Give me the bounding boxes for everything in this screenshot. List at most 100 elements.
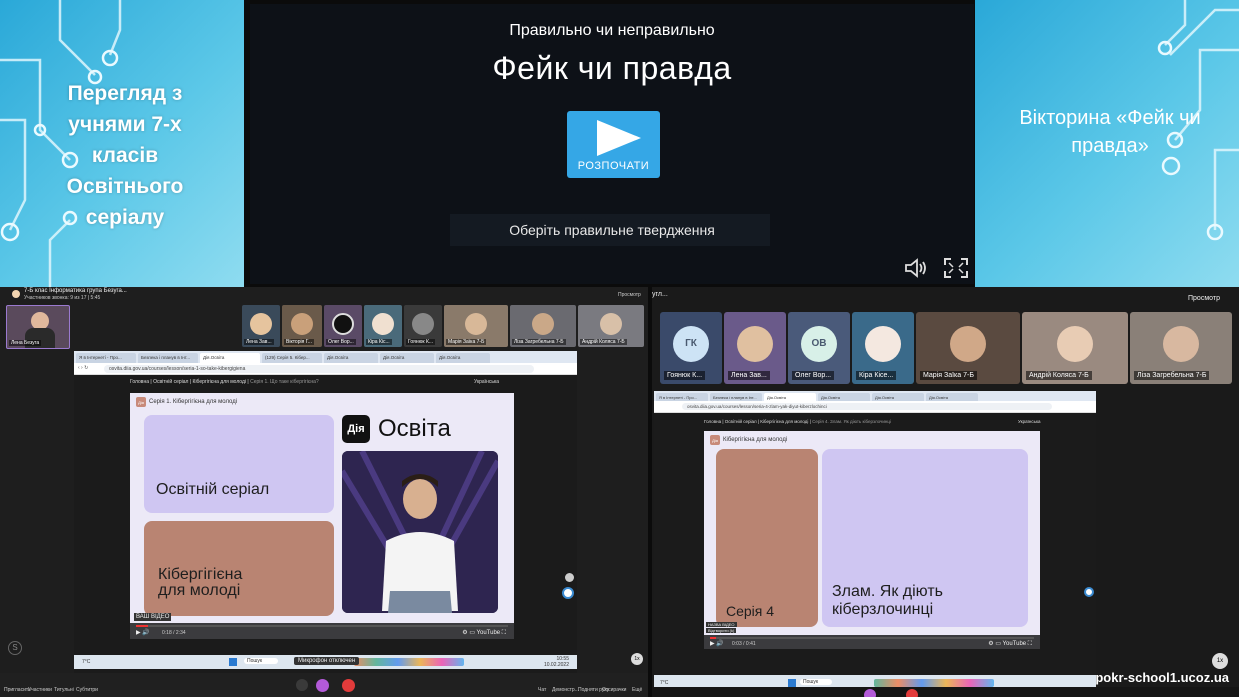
toolbar-button[interactable]: Демонстр... — [552, 687, 579, 693]
language-select[interactable]: Українська — [1018, 419, 1041, 424]
camera-icon[interactable] — [864, 689, 876, 697]
crumb-item[interactable]: Кібергігієна для молоді — [760, 419, 808, 424]
quiz-video[interactable]: Правильно чи неправильно Фейк чи правда … — [250, 4, 974, 284]
hangup-icon[interactable] — [342, 679, 355, 692]
browser-tab[interactable]: Дія.Освіта — [818, 393, 870, 401]
toolbar-button[interactable]: Ещё — [632, 687, 642, 693]
participant-tile[interactable]: Марія Заїка 7-Б — [916, 312, 1020, 384]
browser-tab[interactable]: Дія.Освіта — [380, 353, 434, 363]
breadcrumb: Головна | Освітній серіал | Кібергігієна… — [704, 419, 891, 424]
taskbar-app-icons[interactable] — [874, 679, 994, 687]
crumb-item[interactable]: Головна — [130, 379, 149, 385]
topic-card: Кібергігієна для молоді — [144, 521, 334, 616]
start-button[interactable]: РОЗПОЧАТИ — [567, 111, 660, 178]
browser-tab[interactable]: (129) Серія 5. Кібер... — [262, 353, 322, 363]
participant-tile[interactable]: Ліза Загребельна 7-Б — [1130, 312, 1232, 384]
url-field[interactable]: osvita.diia.gov.ua/courses/lesson/seria-… — [104, 365, 534, 373]
toolbar-button[interactable]: Субтитри — [76, 687, 98, 693]
participant-tile[interactable]: Кіра Кісе... — [852, 312, 914, 384]
start-icon[interactable] — [229, 658, 237, 666]
refresh-icon[interactable] — [1084, 587, 1094, 597]
progress-fill — [136, 625, 148, 627]
quiz-hint: Оберіть правильне твердження — [509, 222, 715, 238]
play-icon[interactable]: ▶ 🔊 — [710, 640, 724, 647]
browser-tab[interactable]: Дія.Освіта — [926, 393, 978, 401]
participant-tile[interactable]: ОВ Олег Вор... — [788, 312, 850, 384]
crumb-item[interactable]: Освітній серіал — [153, 379, 188, 385]
taskbar-app-icons[interactable] — [354, 658, 464, 666]
participant-tile[interactable]: Марія Заїка 7-Б — [444, 305, 508, 347]
toolbar-button[interactable]: Титульні — [54, 687, 74, 693]
browser-tab[interactable]: Я в Інтернеті - Про... — [656, 393, 708, 401]
url-field[interactable]: osvita.diia.gov.ua/courses/lesson/seria-… — [682, 403, 1052, 410]
browser-tab[interactable]: Дія.Освіта — [200, 353, 260, 363]
browser-tab[interactable]: Безпека і планув в Інт... — [138, 353, 198, 363]
youtube-icon[interactable]: ⚙ ▭ YouTube ⛶ — [462, 629, 506, 637]
taskbar-search[interactable]: Пошук — [244, 658, 279, 664]
course-video[interactable]: Дія Кібергігієна для молоді Серія 4 Злам.… — [704, 431, 1040, 649]
crumb-item[interactable]: Головна — [704, 419, 721, 424]
video-progress[interactable] — [136, 625, 508, 627]
fullscreen-icon[interactable] — [944, 258, 968, 278]
video-time: 0:03 / 0:41 — [732, 641, 756, 647]
avatar: ОВ — [801, 325, 837, 362]
zoom-badge[interactable]: 1x — [631, 653, 643, 665]
browser-tab[interactable]: Дія.Освіта — [764, 393, 816, 401]
camera-icon[interactable] — [316, 679, 329, 692]
crumb-item[interactable]: Кібергігієна для молоді — [193, 379, 246, 385]
address-bar: osvita.diia.gov.ua/courses/lesson/seria-… — [654, 401, 1096, 413]
card-topic: Злам. Як діють кіберзлочинці — [832, 583, 943, 619]
skype-icon[interactable]: S — [8, 641, 22, 655]
video-header: Дія Серія 1. Кібергігієна для молоді — [136, 397, 237, 407]
start-label: РОЗПОЧАТИ — [577, 160, 650, 172]
browser-tab[interactable]: Дія.Освіта — [436, 353, 490, 363]
toolbar-button[interactable]: Чат — [538, 687, 546, 693]
nav-arrows-icon[interactable]: ‹ › ↻ — [78, 365, 88, 371]
participant-tile[interactable]: Лена Зав... — [242, 305, 280, 347]
toolbar-button[interactable]: Участники — [28, 687, 52, 693]
volume-icon[interactable] — [904, 258, 930, 278]
video-header-text: Кібергігієна для молоді — [723, 437, 788, 443]
self-video-tile[interactable]: Лена Безуга — [6, 305, 70, 349]
browser-tab[interactable]: Безпека і планув в Інт... — [710, 393, 762, 401]
participant-tile[interactable]: ГК Гоянюк К... — [660, 312, 722, 384]
browser-tab[interactable]: Дія.Освіта — [872, 393, 924, 401]
toolbar-button[interactable]: Пригласить — [4, 687, 31, 693]
dia-logo: Дія — [342, 415, 370, 443]
card-topic-line: для молоді — [158, 582, 241, 599]
participant-tile[interactable]: Вікторія Г... — [282, 305, 322, 347]
participant-tile[interactable]: Олег Вор... — [324, 305, 362, 347]
participant-name: Олег Вор... — [792, 371, 835, 380]
play-icon[interactable]: ▶ 🔊 — [136, 629, 150, 636]
refresh-icon[interactable] — [562, 587, 574, 599]
toolbar-button[interactable]: Отсирачки — [602, 687, 626, 693]
start-icon[interactable] — [788, 679, 796, 687]
view-button[interactable]: Просмотр — [618, 292, 641, 298]
participant-tile[interactable]: Андрій Коляса 7-Б — [1022, 312, 1128, 384]
participant-name: Ліза Загребельна 7-Б — [1134, 371, 1210, 380]
side-button-icon[interactable] — [565, 573, 574, 582]
youtube-icon[interactable]: ⚙ ▭ YouTube ⛶ — [988, 640, 1032, 648]
zoom-badge[interactable]: 1x — [1212, 653, 1228, 669]
hangup-icon[interactable] — [906, 689, 918, 697]
weather-widget: 7°C — [82, 659, 91, 665]
participant-tile[interactable]: Ліза Загребельна 7-Б — [510, 305, 576, 347]
breadcrumb: Головна | Освітній серіал | Кібергігієна… — [130, 379, 319, 385]
video-badge: Відтворити (k) — [706, 628, 737, 633]
browser-tab[interactable]: Дія.Освіта — [324, 353, 378, 363]
participant-tile[interactable]: Лена Зав... — [724, 312, 786, 384]
view-button[interactable]: Просмотр — [1188, 295, 1220, 302]
browser-tab[interactable]: Я в Інтернеті - Про... — [76, 353, 136, 363]
participant-tile[interactable]: Андрій Коляса 7-Б — [578, 305, 644, 347]
video-progress[interactable] — [710, 637, 1034, 639]
participant-tile[interactable]: Гоянюк К... — [404, 305, 442, 347]
participant-name: Гоянюк К... — [664, 371, 706, 380]
participant-tile[interactable]: Кіра Кіс... — [364, 305, 402, 347]
call-toolbar: Пригласить Участники Титульні Субтитри Ч… — [0, 673, 648, 697]
course-video[interactable]: Дія Серія 1. Кібергігієна для молоді Осві… — [130, 393, 514, 639]
self-name: Лена Безуга — [9, 340, 42, 346]
taskbar-search[interactable]: Пошук — [800, 679, 833, 685]
crumb-item[interactable]: Освітній серіал — [725, 419, 757, 424]
language-select[interactable]: Українська — [474, 379, 499, 385]
mic-icon[interactable] — [296, 679, 308, 691]
